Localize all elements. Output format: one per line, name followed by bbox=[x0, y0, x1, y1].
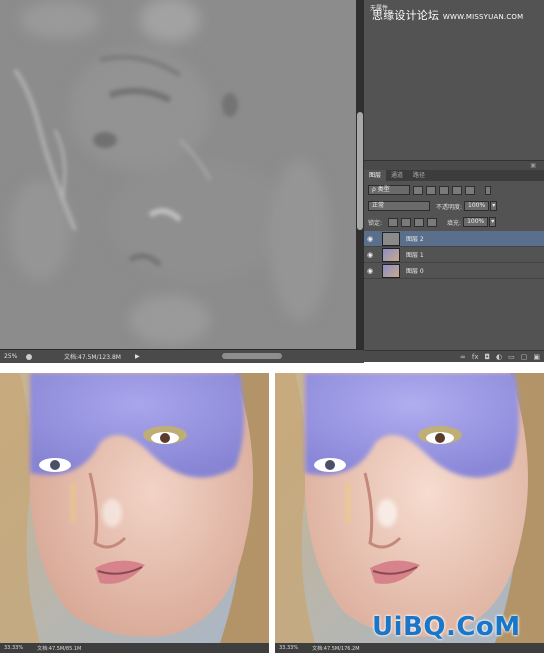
filter-toggle-icon[interactable] bbox=[485, 185, 491, 195]
before-status-bar: 33.33% 文档:47.5M/85.1M bbox=[0, 643, 269, 653]
visibility-eye-icon[interactable]: ◉ bbox=[364, 267, 376, 275]
horizontal-scroll-thumb[interactable] bbox=[222, 353, 282, 359]
pixel-filter-icon[interactable] bbox=[413, 185, 423, 195]
scroll-thumb[interactable] bbox=[357, 112, 363, 230]
before-zoom[interactable]: 33.33% bbox=[4, 645, 23, 651]
opacity-input[interactable]: 100% bbox=[464, 201, 490, 211]
layer-row[interactable]: ◉ 图层 0 bbox=[364, 263, 544, 279]
after-status-bar: 33.33% 文档:47.5M/176.2M bbox=[275, 643, 544, 653]
fill-label: 填充: bbox=[447, 219, 462, 227]
layer-name[interactable]: 图层 2 bbox=[406, 234, 424, 243]
visibility-eye-icon[interactable]: ◉ bbox=[364, 251, 376, 259]
visibility-eye-icon[interactable]: ◉ bbox=[364, 235, 376, 243]
lock-image-icon[interactable] bbox=[401, 217, 412, 227]
panel-footer: ▣ bbox=[364, 160, 544, 170]
watermark-text: 思缘设计论坛 bbox=[372, 9, 440, 22]
zoom-level[interactable]: 25% bbox=[0, 353, 26, 360]
layer-row[interactable]: ◉ 图层 1 bbox=[364, 247, 544, 263]
layer-filter-row: ρ 类型 bbox=[368, 185, 491, 195]
tab-layers[interactable]: 图层 bbox=[364, 170, 387, 181]
before-photo bbox=[0, 373, 269, 643]
layers-panel-tabs: 图层 通道 路径 bbox=[364, 170, 544, 181]
canvas-high-pass-layer[interactable] bbox=[0, 0, 356, 349]
status-arrow-icon[interactable]: ▶ bbox=[135, 353, 140, 360]
fx-icon[interactable]: fx bbox=[472, 353, 479, 361]
after-doc-size: 文档:47.5M/176.2M bbox=[312, 645, 360, 652]
canvas-status-bar: 25% 文档:47.5M/123.8M ▶ bbox=[0, 349, 364, 363]
lock-all-icon[interactable] bbox=[427, 217, 438, 227]
link-layers-icon[interactable]: ∞ bbox=[460, 353, 466, 361]
filter-kind-select[interactable]: ρ 类型 bbox=[368, 185, 410, 195]
smart-object-filter-icon[interactable] bbox=[465, 185, 475, 195]
trash-icon[interactable]: ▣ bbox=[530, 162, 536, 169]
watermark-missyuan: 思缘设计论坛 WWW.MISSYUAN.COM bbox=[372, 7, 523, 23]
adjustment-layer-icon[interactable]: ◐ bbox=[496, 353, 502, 361]
tab-paths[interactable]: 路径 bbox=[408, 170, 430, 181]
layer-name[interactable]: 图层 1 bbox=[406, 250, 424, 259]
photoshop-window: 25% 文档:47.5M/123.8M ▶ 无属性 ▣ 思缘设计论坛 WWW.M… bbox=[0, 0, 544, 363]
layers-panel-footer: ∞ fx ◘ ◐ ▭ ▢ ▣ bbox=[364, 350, 544, 362]
after-photo bbox=[275, 373, 544, 643]
brand-watermark: UiBQ.CoM bbox=[372, 612, 521, 642]
lock-position-icon[interactable] bbox=[414, 217, 425, 227]
doc-size: 文档:47.5M/123.8M bbox=[64, 354, 121, 361]
adjustment-filter-icon[interactable] bbox=[426, 185, 436, 195]
blend-opacity-row: 正常 不透明度: 100% ▾ bbox=[368, 201, 498, 211]
before-doc-size: 文档:47.5M/85.1M bbox=[37, 645, 82, 652]
type-filter-icon[interactable] bbox=[439, 185, 449, 195]
vertical-scrollbar[interactable] bbox=[356, 0, 364, 349]
after-zoom[interactable]: 33.33% bbox=[279, 645, 298, 651]
blend-mode-select[interactable]: 正常 bbox=[368, 201, 430, 211]
add-mask-icon[interactable]: ◘ bbox=[484, 353, 490, 361]
opacity-label: 不透明度: bbox=[436, 203, 463, 211]
layer-thumbnail bbox=[382, 263, 400, 278]
layer-row[interactable]: ◉ 图层 2 bbox=[364, 231, 544, 247]
layer-thumbnail bbox=[382, 231, 400, 246]
properties-panel: 无属性 ▣ bbox=[364, 0, 544, 170]
watermark-url: WWW.MISSYUAN.COM bbox=[442, 13, 524, 21]
layer-name[interactable]: 图层 0 bbox=[406, 266, 424, 275]
delete-layer-icon[interactable]: ▣ bbox=[533, 353, 540, 361]
fill-dropdown-icon[interactable]: ▾ bbox=[489, 217, 497, 227]
lock-fill-row: 锁定: 填充: 100% ▾ bbox=[368, 217, 497, 227]
new-group-icon[interactable]: ▭ bbox=[508, 353, 515, 361]
status-menu-icon[interactable] bbox=[26, 353, 32, 360]
tab-channels[interactable]: 通道 bbox=[386, 170, 408, 181]
lock-transparent-icon[interactable] bbox=[388, 217, 399, 227]
lock-label: 锁定: bbox=[368, 219, 383, 227]
opacity-dropdown-icon[interactable]: ▾ bbox=[490, 201, 498, 211]
new-layer-icon[interactable]: ▢ bbox=[521, 353, 528, 361]
fill-input[interactable]: 100% bbox=[463, 217, 489, 227]
shape-filter-icon[interactable] bbox=[452, 185, 462, 195]
layers-panel: 图层 通道 路径 ρ 类型 正常 不透明度: 100% ▾ 锁定: 填充: 10… bbox=[364, 170, 544, 362]
layer-thumbnail bbox=[382, 247, 400, 262]
